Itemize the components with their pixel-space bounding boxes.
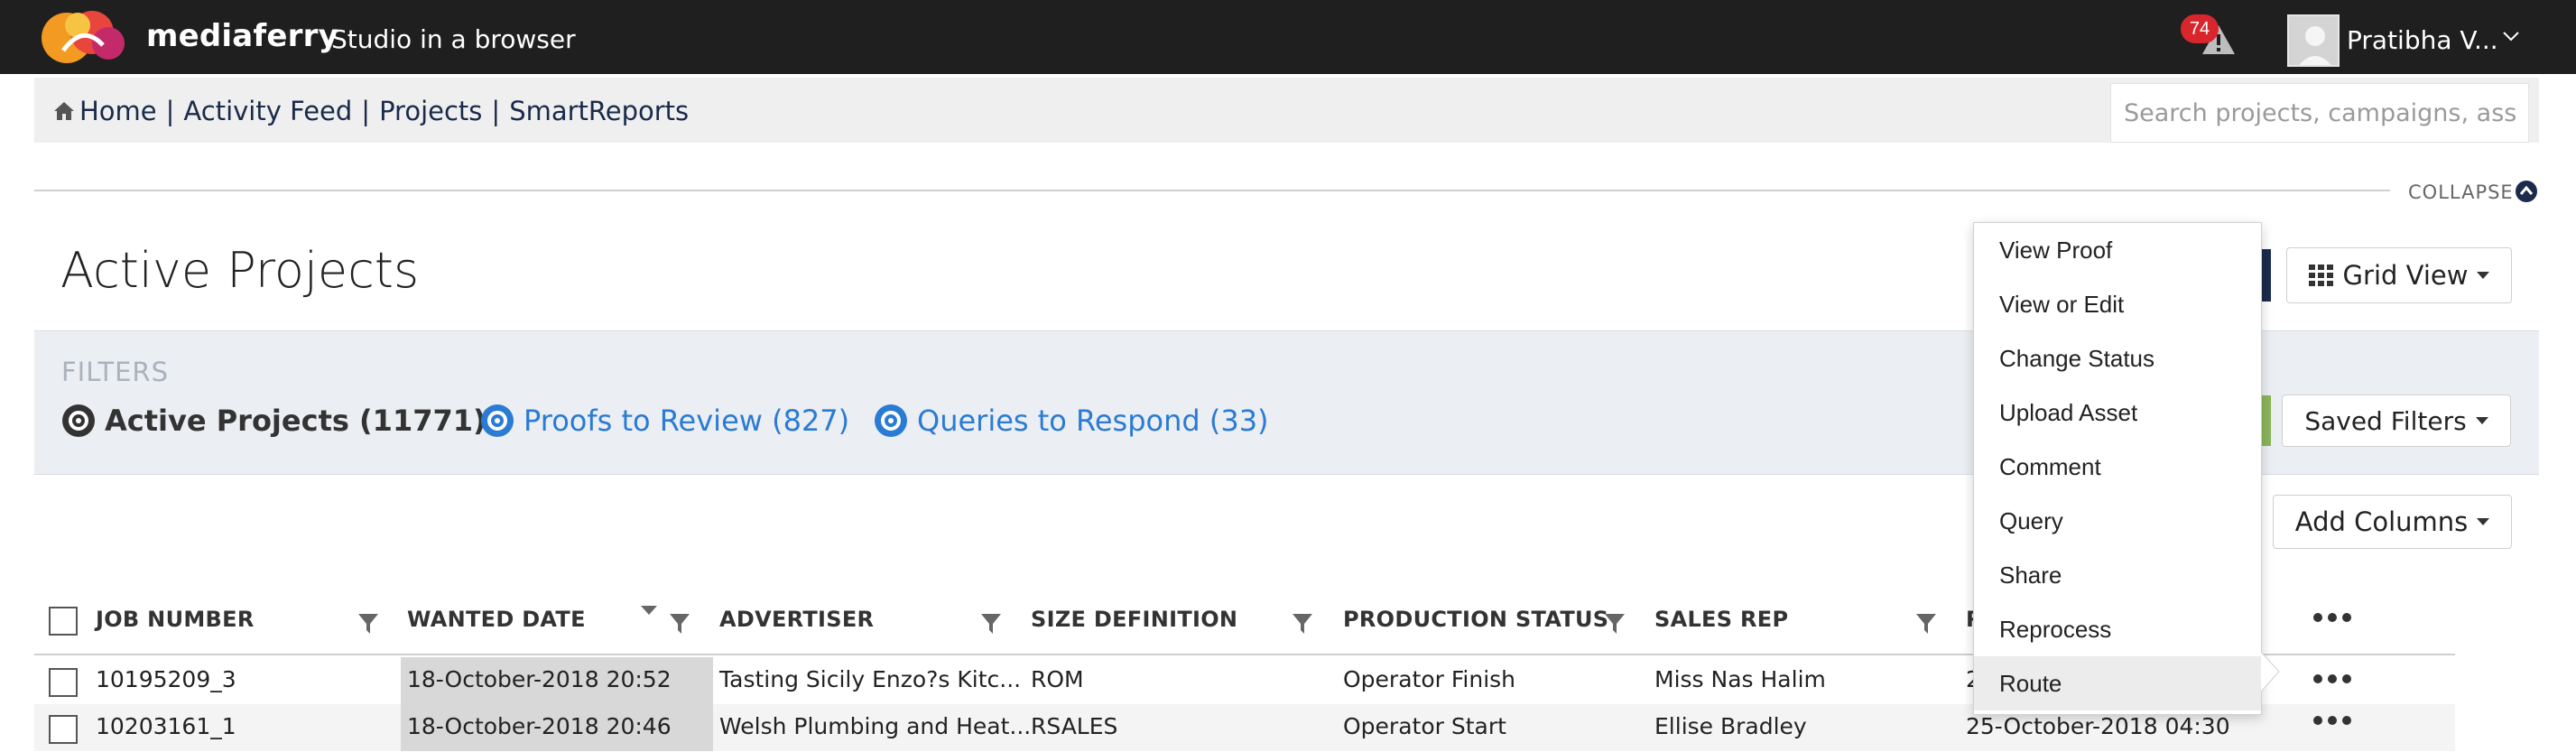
avatar[interactable]: [2287, 14, 2340, 67]
cell-production-status: Operator Start: [1343, 713, 1506, 739]
nav-separator: |: [361, 96, 371, 126]
sort-desc-icon[interactable]: [640, 605, 658, 616]
gear-icon: [875, 404, 907, 437]
grid-view-button[interactable]: Grid View: [2286, 247, 2512, 303]
top-bar: mediaferry Studio in a browser 74 Pratib…: [0, 0, 2576, 74]
menu-item-query[interactable]: Query: [1974, 494, 2261, 548]
nav-projects-link[interactable]: Projects: [379, 96, 482, 126]
brand-name: mediaferry: [146, 18, 338, 54]
filter-icon[interactable]: [357, 612, 379, 636]
nav-separator: |: [165, 96, 175, 126]
filter-active-projects[interactable]: Active Projects (11771): [61, 404, 486, 438]
cell-production-status: Operator Finish: [1343, 666, 1516, 692]
nav-home-link[interactable]: Home: [79, 96, 157, 126]
grid-icon: [2308, 265, 2333, 286]
add-columns-button[interactable]: Add Columns: [2273, 495, 2512, 549]
filter-queries-to-respond[interactable]: Queries to Respond (33): [874, 404, 1269, 438]
filter-icon[interactable]: [669, 612, 690, 636]
filter-icon[interactable]: [1915, 612, 1937, 636]
column-sales-rep[interactable]: SALES REP: [1654, 607, 1788, 632]
column-size-definition[interactable]: SIZE DEFINITION: [1031, 607, 1237, 632]
filter-icon[interactable]: [980, 612, 1002, 636]
more-options-icon[interactable]: [2312, 612, 2352, 623]
cell-sales-rep: Ellise Bradley: [1654, 713, 1807, 739]
cell-job-number[interactable]: 10195209_3: [96, 666, 236, 692]
menu-item-upload-asset[interactable]: Upload Asset: [1974, 385, 2261, 440]
search-input[interactable]: [2110, 83, 2529, 143]
filter-queries-label: Queries to Respond (33): [917, 404, 1269, 438]
user-name[interactable]: Pratibha V...: [2347, 25, 2498, 55]
cell-advertiser: Tasting Sicily Enzo?s Kitc...: [719, 666, 1022, 692]
column-production-status[interactable]: PRODUCTION STATUS: [1343, 607, 1608, 632]
cell-wanted-date: 18-October-2018 20:46: [407, 713, 672, 739]
cell-size-definition: RSALES: [1031, 713, 1118, 739]
grid-view-label: Grid View: [2342, 260, 2469, 291]
menu-item-view-proof[interactable]: View Proof: [1974, 223, 2261, 277]
menu-item-change-status[interactable]: Change Status: [1974, 331, 2261, 385]
menu-item-comment[interactable]: Comment: [1974, 440, 2261, 494]
more-options-icon[interactable]: [2312, 673, 2352, 684]
filter-icon[interactable]: [1604, 612, 1626, 636]
user-avatar-icon: [2289, 16, 2338, 65]
page-title: Active Projects: [60, 242, 420, 299]
chevron-down-icon[interactable]: [2500, 27, 2522, 45]
mediaferry-logo-icon[interactable]: [36, 5, 132, 65]
nav-separator: |: [491, 96, 501, 126]
caret-down-icon: [2477, 518, 2490, 525]
filter-proofs-label: Proofs to Review (827): [524, 404, 850, 438]
cell-sales-rep: Miss Nas Halim: [1654, 666, 1826, 692]
cell-advertiser: Welsh Plumbing and Heat...: [719, 713, 1032, 739]
chevron-up-circle-icon[interactable]: [2515, 180, 2538, 203]
nav-links: Home | Activity Feed | Projects | SmartR…: [52, 96, 689, 126]
collapse-label[interactable]: COLLAPSE: [2408, 181, 2514, 203]
more-options-icon[interactable]: [2312, 715, 2352, 726]
caret-down-icon: [2477, 272, 2490, 279]
filter-proofs-to-review[interactable]: Proofs to Review (827): [480, 404, 849, 438]
menu-item-route[interactable]: Route: [1974, 656, 2261, 710]
saved-filters-label: Saved Filters: [2304, 405, 2467, 436]
home-icon[interactable]: [52, 100, 76, 122]
menu-item-view-or-edit[interactable]: View or Edit: [1974, 277, 2261, 331]
cell-r: 25-October-2018 04:30: [1966, 713, 2230, 739]
select-all-checkbox[interactable]: [49, 607, 78, 636]
row-checkbox[interactable]: [49, 668, 78, 697]
row-checkbox[interactable]: [49, 715, 78, 744]
nav-smartreports-link[interactable]: SmartReports: [509, 96, 689, 126]
cell-job-number[interactable]: 10203161_1: [96, 713, 236, 739]
gear-icon: [481, 404, 514, 437]
menu-item-reprocess[interactable]: Reprocess: [1974, 602, 2261, 656]
menu-pointer-arrow: [2261, 652, 2280, 692]
row-context-menu: View Proof View or Edit Change Status Up…: [1973, 222, 2262, 715]
filter-active-label: Active Projects (11771): [105, 404, 486, 438]
filter-icon[interactable]: [1292, 612, 1313, 636]
cell-size-definition: ROM: [1031, 666, 1084, 692]
column-job-number[interactable]: JOB NUMBER: [96, 607, 255, 632]
caret-down-icon: [2475, 417, 2488, 424]
nav-activity-feed-link[interactable]: Activity Feed: [183, 96, 352, 126]
alert-count-badge[interactable]: 74: [2181, 14, 2219, 43]
brand-tagline: Studio in a browser: [331, 24, 576, 54]
column-advertiser[interactable]: ADVERTISER: [719, 607, 874, 632]
filters-heading: FILTERS: [61, 357, 169, 387]
add-columns-label: Add Columns: [2294, 506, 2469, 537]
divider: [34, 190, 2390, 191]
cell-wanted-date: 18-October-2018 20:52: [407, 666, 672, 692]
column-wanted-date[interactable]: WANTED DATE: [407, 607, 586, 632]
menu-item-share[interactable]: Share: [1974, 548, 2261, 602]
gear-icon: [62, 404, 95, 437]
saved-filters-button[interactable]: Saved Filters: [2282, 395, 2511, 447]
